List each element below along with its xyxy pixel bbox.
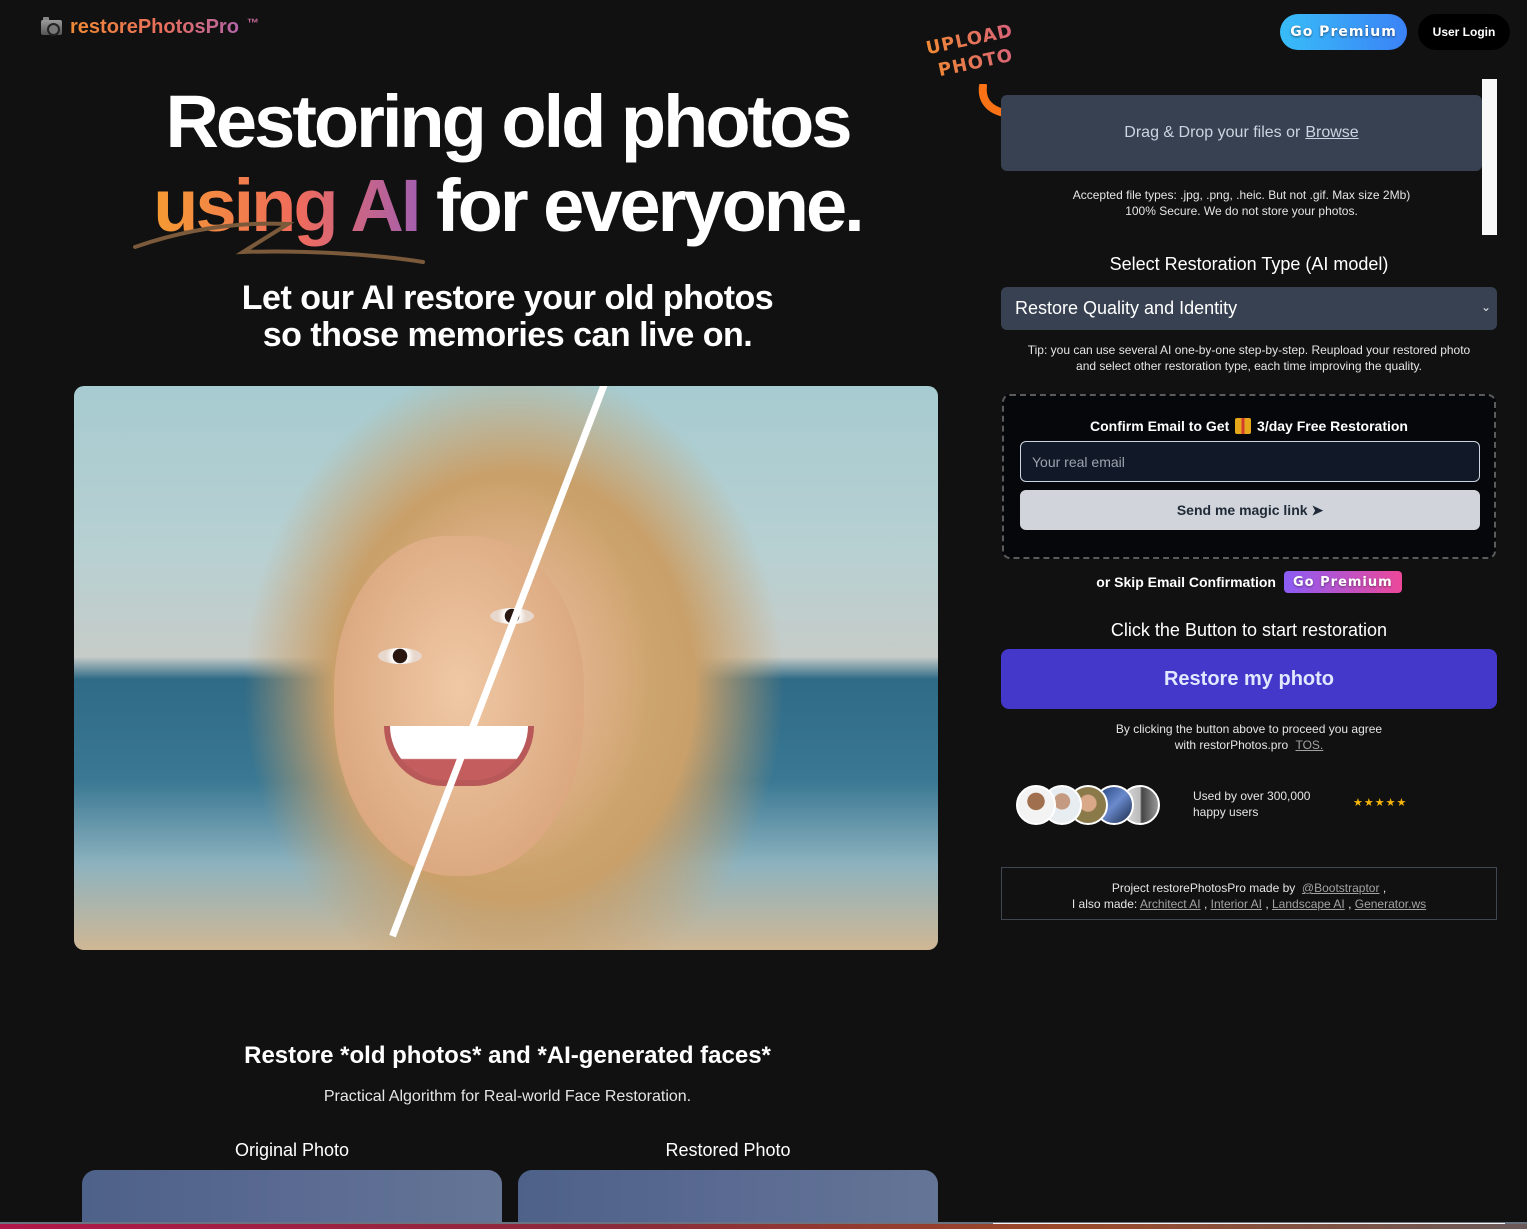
logo-text: restorePhotosPro [70, 16, 239, 38]
squiggle-underline [133, 221, 425, 264]
gift-icon [1235, 418, 1252, 434]
chevron-down-icon: ⌄ [1480, 300, 1491, 314]
accepted-file-types: Accepted file types: .jpg, .png, .heic. … [1001, 187, 1482, 219]
accepted-line2: 100% Secure. We do not store your photos… [1125, 204, 1358, 218]
selected-option: Restore Quality and Identity [1015, 298, 1238, 318]
tos-agreement: By clicking the button above to proceed … [1001, 721, 1497, 753]
credits-line2: I also made: [1071, 897, 1138, 911]
upload-photo-callout: UPLOAD PHOTO [924, 19, 1020, 84]
restored-photo-label: Restored Photo [665, 1140, 791, 1160]
camera-icon [41, 17, 62, 36]
taskbar-strip [0, 1224, 1527, 1229]
features-subtitle: Practical Algorithm for Real-world Face … [323, 1088, 692, 1105]
hero-subtitle-line1: Let our AI restore your old photos [241, 279, 774, 317]
dropzone-text: Drag & Drop your files or [1124, 124, 1301, 141]
browse-link[interactable]: Browse [1305, 124, 1358, 142]
generator-ws-link[interactable]: Generator.ws [1355, 897, 1426, 911]
restore-photo-button[interactable]: Restore my photo [1001, 649, 1497, 709]
avatar [1016, 785, 1056, 825]
user-login-button[interactable]: User Login [1418, 14, 1510, 50]
star-rating: ★★★★★ [1353, 797, 1408, 809]
hero-before-after-image [74, 386, 938, 950]
hero-subtitle-line2: so those memories can live on. [262, 316, 753, 354]
hero-title-rest: for everyone. [435, 164, 865, 247]
start-restoration-title: Click the Button to start restoration [1110, 620, 1388, 640]
email-input[interactable] [1020, 441, 1480, 482]
go-premium-button[interactable]: Go Premium [1280, 14, 1407, 50]
restoration-type-title: Select Restoration Type (AI model) [1109, 254, 1389, 274]
author-link[interactable]: @Bootstraptor [1302, 881, 1380, 895]
architect-ai-link[interactable]: Architect AI [1140, 897, 1201, 911]
tos-link[interactable]: TOS. [1295, 738, 1323, 752]
send-magic-link-button[interactable]: Send me magic link ➤ [1020, 490, 1480, 530]
agree-line1: By clicking the button above to proceed … [1115, 722, 1383, 736]
hero-subtitle: Let our AI restore your old photos so th… [60, 280, 955, 354]
email-confirm-title: Confirm Email to Get 3/day Free Restorat… [1004, 418, 1494, 434]
tip-line2: and select other restoration type, each … [1076, 359, 1422, 373]
features-title: Restore *old photos* and *AI-generated f… [244, 1042, 771, 1069]
landscape-ai-link[interactable]: Landscape AI [1272, 897, 1345, 911]
left-eye [378, 648, 422, 664]
logo[interactable]: restorePhotosPro ™ [41, 16, 259, 39]
skip-email-row: or Skip Email Confirmation Go Premium [1001, 571, 1497, 593]
paper-plane-icon: ➤ [1311, 501, 1324, 518]
go-premium-small-button[interactable]: Go Premium [1284, 571, 1402, 593]
original-photo-label: Original Photo [234, 1140, 350, 1160]
usage-line1: Used by over 300,000 [1193, 789, 1311, 803]
email-title-pre: Confirm Email to Get [1090, 418, 1230, 434]
trademark: ™ [246, 15, 259, 30]
restoration-type-select[interactable]: Restore Quality and Identity ⌄ [1001, 287, 1497, 330]
credits-box: Project restorePhotosPro made by @Bootst… [1001, 867, 1497, 920]
file-dropzone[interactable]: Drag & Drop your files or Browse [1001, 95, 1482, 171]
usage-count: Used by over 300,000 happy users [1193, 788, 1343, 820]
scrollbar[interactable] [1482, 79, 1497, 235]
accepted-line1: Accepted file types: .jpg, .png, .heic. … [1072, 188, 1411, 202]
original-photo-image [82, 1170, 502, 1229]
hero-title-line1: Restoring old photos [165, 80, 852, 163]
interior-ai-link[interactable]: Interior AI [1211, 897, 1262, 911]
magic-link-label: Send me magic link [1176, 501, 1308, 518]
credits-line1: Project restorePhotosPro made by [1111, 881, 1296, 895]
tip-line1: Tip: you can use several AI one-by-one s… [1027, 343, 1471, 357]
usage-line2: happy users [1193, 805, 1259, 819]
user-avatars [1016, 785, 1160, 825]
restoration-tip: Tip: you can use several AI one-by-one s… [1001, 342, 1497, 374]
skip-email-label: or Skip Email Confirmation [1096, 574, 1276, 590]
face [334, 536, 584, 876]
restored-photo-image [518, 1170, 938, 1229]
email-title-post: 3/day Free Restoration [1257, 418, 1408, 434]
agree-line2: with restorPhotos.pro [1174, 738, 1289, 752]
email-confirm-panel: Confirm Email to Get 3/day Free Restorat… [1002, 394, 1496, 559]
